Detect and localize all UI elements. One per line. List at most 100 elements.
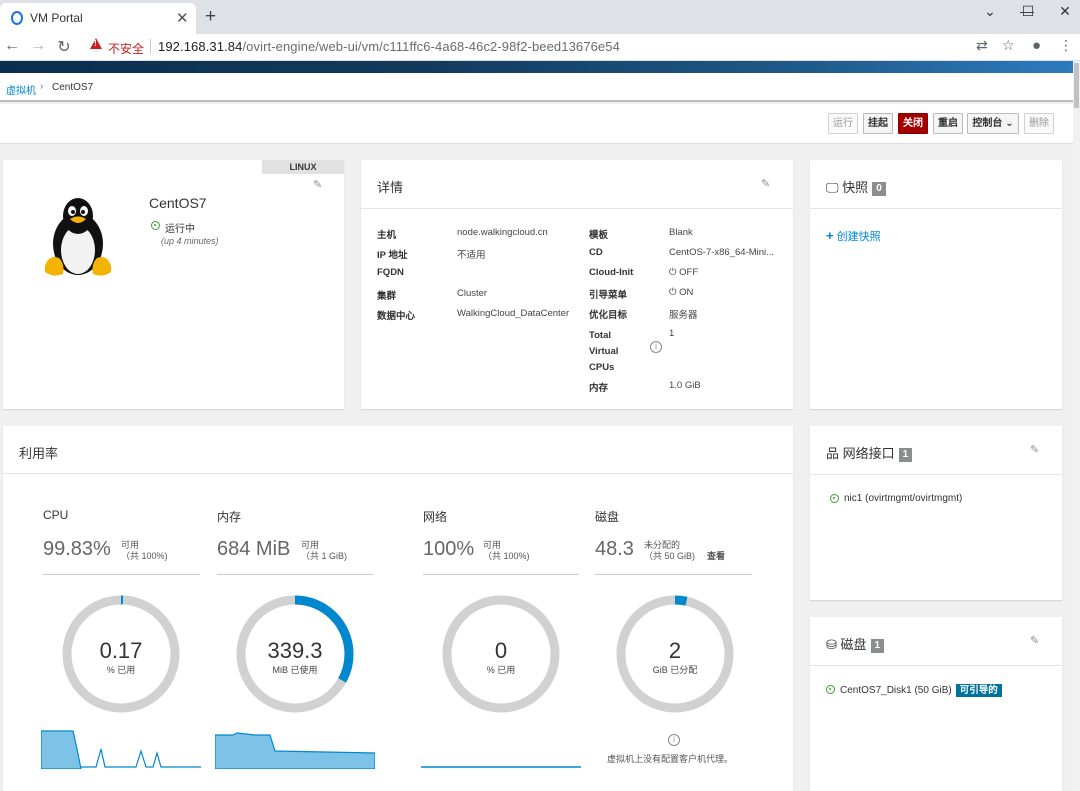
cpu-available-value: 99.83% [43,538,111,560]
close-tab-icon[interactable]: ✕ [176,9,189,27]
window-close-icon[interactable]: ✕ [1050,3,1080,20]
vcpus-value: 1 [669,328,675,339]
nics-title: 品 网络接口 1 [826,443,913,462]
ip-value: 不适用 [457,250,486,261]
fqdn-label: FQDN [377,267,404,278]
cluster-label: 集群 [377,291,397,302]
snapshot-count-badge: 0 [872,182,886,196]
run-button[interactable]: 运行 [828,113,858,134]
details-title: 详情 [377,180,404,195]
datacenter-label: 数据中心 [377,311,416,322]
vm-status: 运行中 [165,224,195,235]
monitor-icon: 🖵 [826,180,839,195]
network-donut-value: 0 [494,638,508,663]
vm-overview-card: LINUX ✎ CentOS7 运行中 (up 4 minutes) [3,160,344,409]
list-item: nic1 (ovirtmgmt/ovirtmgmt) [844,493,963,504]
utilization-title: 利用率 [19,446,59,461]
cpu-donut-unit: % 已用 [106,665,136,675]
template-label: 模板 [589,230,609,241]
tab-title: VM Portal [30,11,83,25]
running-status-icon [151,221,160,230]
shutdown-button[interactable]: 关闭 [898,113,928,134]
nic-count-badge: 1 [898,448,913,462]
database-icon: ⛁ [826,637,837,652]
insecure-label: 不安全 [108,42,145,56]
network-available-caption: 可用 （共 100%) [483,540,530,561]
network-title: 网络 [423,510,448,524]
optimized-for-value: 服务器 [669,310,698,321]
console-button[interactable]: 控制台 ⌄ [967,113,1019,134]
reload-icon[interactable]: ↻ [54,37,74,57]
boot-menu-value: ⏻ ON [669,287,694,298]
profile-icon[interactable]: ● [1032,37,1041,54]
disk-view-link[interactable]: 查看 [707,551,725,562]
os-type-label: LINUX [262,160,344,174]
menu-icon[interactable]: ⋮ [1059,37,1073,54]
back-icon[interactable]: ← [2,37,22,55]
cd-value[interactable]: CentOS-7-x86_64-Mini... [669,247,774,258]
power-icon: ⏻ [669,267,677,278]
edit-pencil-icon[interactable]: ✎ [1030,443,1039,456]
network-icon: 品 [826,446,840,461]
edit-pencil-icon[interactable]: ✎ [313,178,322,191]
page-scrollbar[interactable] [1073,61,1080,791]
boot-menu-label: 引导菜单 [589,290,628,301]
vcpus-label: Total Virtual CPUs [589,330,619,373]
memory-donut-unit: MiB 已使用 [272,665,318,675]
cpu-sparkline [41,730,201,769]
create-snapshot-link[interactable]: + 创建快照 [826,228,881,244]
breadcrumb-vms-link[interactable]: 虚拟机 [6,82,36,97]
memory-donut-value: 339.3 [267,638,323,663]
info-icon[interactable]: i [650,341,662,353]
delete-button[interactable]: 删除 [1024,113,1054,134]
breadcrumb-separator-icon: › [40,81,44,92]
bookmark-star-icon[interactable]: ☆ [1002,37,1015,54]
vm-uptime: (up 4 minutes) [161,236,219,246]
warning-icon [90,38,102,49]
opera-favicon-icon [11,11,23,25]
memory-label: 内存 [589,383,609,394]
disk-donut-unit: GiB 已分配 [652,665,698,675]
browser-tabstrip: VM Portal ✕ + ⌄ — [0,0,1080,34]
browser-toolbar: ← → ↻ 不安全 192.168.31.84/ovirt-engine/web… [0,34,1080,61]
host-value: node.walkingcloud.cn [457,227,548,238]
disk-count-badge: 1 [870,639,885,653]
new-tab-icon[interactable]: + [205,6,216,28]
power-icon: ⏻ [669,287,677,298]
bootable-badge: 可引导的 [955,684,1002,697]
plus-icon: + [826,228,834,243]
scrollbar-thumb[interactable] [1074,63,1079,108]
edit-pencil-icon[interactable]: ✎ [761,177,770,190]
disks-title: ⛁ 磁盘 1 [826,634,885,653]
translate-icon[interactable]: ⇄ [976,37,988,54]
cpu-available-caption: 可用 （共 100%) [121,540,168,561]
suspend-button[interactable]: 挂起 [863,113,893,134]
ip-label: IP 地址 [377,250,408,261]
snapshots-card: 🖵 快照 0 + 创建快照 [810,160,1062,409]
disk-up-icon [826,685,835,694]
memory-sparkline [215,732,375,769]
list-item: CentOS7_Disk1 (50 GiB) 可引导的 [840,684,1002,697]
forward-icon[interactable]: → [28,37,48,55]
utilization-card: 利用率 CPU 99.83% 可用 （共 100%) 0.17 % 已用 内存 6… [3,426,793,791]
details-card: 详情 ✎ 主机 node.walkingcloud.cn IP 地址 不适用 F… [361,160,793,409]
cpu-title: CPU [43,508,69,522]
network-donut-unit: % 已用 [486,665,516,675]
chevron-down-icon: ⌄ [1005,118,1014,129]
url-text: 192.168.31.84/ovirt-engine/web-ui/vm/c11… [158,39,620,54]
action-bar: 运行 挂起 关闭 重启 控制台 ⌄ 删除 [0,104,1073,144]
nic-up-icon [830,494,839,503]
edit-pencil-icon[interactable]: ✎ [1030,634,1039,647]
maximize-icon[interactable]: ☐ [1013,3,1043,20]
address-bar[interactable]: 不安全 192.168.31.84/ovirt-engine/web-ui/vm… [82,36,1056,58]
network-available-value: 100% [423,538,475,560]
browser-tab[interactable]: VM Portal ✕ [0,3,196,34]
host-label: 主机 [377,230,397,241]
window-dropdown-icon[interactable]: ⌄ [975,3,1005,20]
disk-unallocated-caption: 未分配的 （共 50 GiB) [644,540,696,561]
memory-title: 内存 [217,510,242,524]
reboot-button[interactable]: 重启 [933,113,963,134]
memory-value: 1.0 GiB [669,380,701,391]
breadcrumb-current: CentOS7 [52,82,94,93]
info-icon[interactable]: i [668,734,680,746]
